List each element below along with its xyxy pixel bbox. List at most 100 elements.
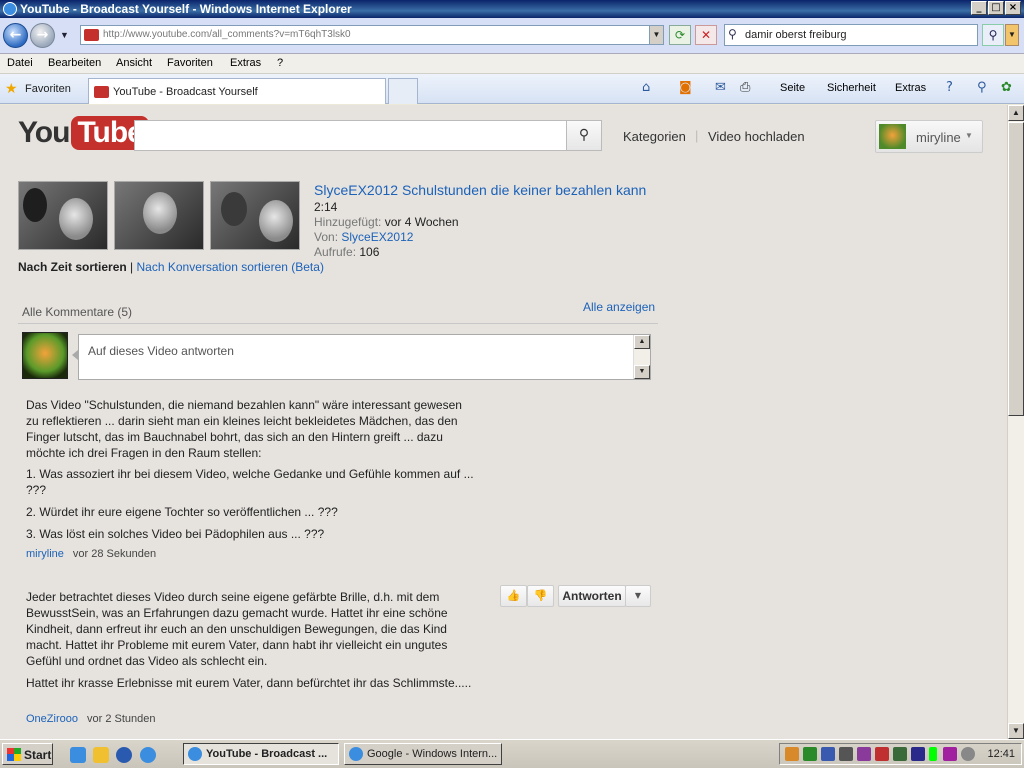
video-added: Hinzugefügt: vor 4 Wochen: [314, 215, 459, 229]
minimize-button[interactable]: _: [971, 1, 987, 15]
address-url[interactable]: http://www.youtube.com/all_comments?v=mT…: [103, 29, 351, 40]
chevron-down-icon[interactable]: ▼: [625, 585, 651, 607]
youtube-logo[interactable]: You Tube: [18, 116, 149, 150]
page-viewport: You Tube ⚲ Kategorien | Video hochladen m…: [0, 105, 1007, 739]
menu-item-extras[interactable]: Extras: [230, 57, 261, 69]
menu-item-bearbeiten[interactable]: Bearbeiten: [48, 57, 101, 69]
sort-by-conversation-link[interactable]: Nach Konversation sortieren (Beta): [137, 260, 324, 274]
address-toolbar: ← → ▼ http://www.youtube.com/all_comment…: [0, 18, 1024, 54]
scroll-down-icon[interactable]: ▼: [634, 365, 650, 379]
thumbs-up-icon[interactable]: 👍: [500, 585, 527, 607]
nav-separator: |: [695, 128, 699, 143]
tray-network-icon[interactable]: [821, 747, 835, 761]
comment-author-link[interactable]: OneZirooo: [26, 713, 78, 725]
tray-security-icon[interactable]: [803, 747, 817, 761]
back-button[interactable]: ←: [3, 23, 28, 48]
tray-volume-icon[interactable]: [961, 747, 975, 761]
comment-author-link[interactable]: miryline: [26, 548, 64, 560]
print-icon[interactable]: ⎙: [740, 80, 750, 95]
menu-item-favoriten[interactable]: Favoriten: [167, 57, 213, 69]
textarea-scrollbar[interactable]: ▲ ▼: [633, 335, 650, 379]
divider: [18, 323, 658, 324]
youtube-favicon-icon: [84, 29, 99, 41]
tray-media-icon[interactable]: [943, 747, 957, 761]
video-title-link[interactable]: SlyceEX2012 Schulstunden die keiner beza…: [314, 182, 646, 198]
recent-pages-dropdown-icon[interactable]: ▼: [60, 30, 69, 40]
reply-placeholder[interactable]: Auf dieses Video antworten: [88, 344, 234, 358]
favorites-button[interactable]: Favoriten: [25, 83, 71, 95]
sort-by-time: Nach Zeit sortieren: [18, 260, 127, 274]
youtube-search-input[interactable]: [134, 120, 567, 151]
tray-device-icon[interactable]: [839, 747, 853, 761]
user-menu-button[interactable]: miryline ▼: [875, 120, 983, 153]
scroll-down-icon[interactable]: ▼: [1008, 723, 1024, 739]
menu-item-ansicht[interactable]: Ansicht: [116, 57, 152, 69]
tray-status-icon[interactable]: [929, 747, 937, 761]
video-thumbnail-3[interactable]: [210, 181, 300, 250]
taskbar-item-youtube[interactable]: YouTube - Broadcast ...: [183, 743, 339, 765]
menu-item-datei[interactable]: Datei: [7, 57, 33, 69]
new-tab-button[interactable]: [388, 78, 418, 104]
taskbar: Start YouTube - Broadcast ... Google - W…: [0, 739, 1024, 768]
favorites-star-icon[interactable]: ★: [5, 81, 18, 97]
maximize-button[interactable]: □: [988, 1, 1004, 15]
address-dropdown-icon[interactable]: ▼: [649, 26, 663, 44]
tray-alert-icon[interactable]: [875, 747, 889, 761]
tray-display-icon[interactable]: [911, 747, 925, 761]
youtube-search-button[interactable]: ⚲: [566, 120, 602, 151]
comment-time: vor 2 Stunden: [86, 713, 156, 725]
search-options-dropdown-icon[interactable]: ▼: [1005, 24, 1019, 46]
safety-menu[interactable]: Sicherheit: [827, 82, 876, 94]
quicklaunch-media-icon[interactable]: [116, 747, 132, 763]
scroll-up-icon[interactable]: ▲: [634, 335, 650, 349]
page-menu[interactable]: Seite: [780, 82, 805, 94]
video-thumbnail-2[interactable]: [114, 181, 204, 250]
page-scrollbar[interactable]: ▲ ▼: [1007, 105, 1024, 739]
clock: 12:41: [987, 748, 1015, 760]
reply-textarea[interactable]: Auf dieses Video antworten ▲ ▼: [78, 334, 651, 380]
comment-time: vor 28 Sekunden: [72, 548, 157, 560]
comment-paragraph: 2. Würdet ihr eure eigene Tochter so ver…: [26, 505, 338, 519]
scrollbar-thumb[interactable]: [1008, 122, 1024, 416]
taskbar-item-google[interactable]: Google - Windows Intern...: [344, 743, 502, 765]
nav-categories-link[interactable]: Kategorien: [623, 129, 686, 144]
stop-button[interactable]: ✕: [695, 25, 717, 45]
video-uploader: Von: SlyceEX2012: [314, 230, 414, 244]
help-icon[interactable]: ?: [946, 80, 953, 95]
video-thumbnail-1[interactable]: [18, 181, 108, 250]
uploader-link[interactable]: SlyceEX2012: [341, 230, 413, 244]
search-go-button[interactable]: ⚲: [982, 24, 1004, 46]
tray-java-icon[interactable]: [785, 747, 799, 761]
addon-icon[interactable]: ✿: [1001, 80, 1012, 95]
tray-app-icon[interactable]: [857, 747, 871, 761]
research-icon[interactable]: ⚲: [977, 80, 987, 95]
home-icon[interactable]: ⌂: [642, 80, 650, 95]
refresh-button[interactable]: ⟳: [669, 25, 691, 45]
quicklaunch-ie-icon[interactable]: [70, 747, 86, 763]
menu-bar: Datei Bearbeiten Ansicht Favoriten Extra…: [0, 54, 1024, 74]
menu-item-help[interactable]: ?: [277, 57, 283, 69]
window-title-bar: YouTube - Broadcast Yourself - Windows I…: [0, 0, 1024, 18]
reply-button[interactable]: Antworten: [558, 585, 626, 607]
browser-search-query[interactable]: damir oberst freiburg: [745, 29, 847, 41]
quicklaunch-mail-icon[interactable]: [93, 747, 109, 763]
sort-options: Nach Zeit sortieren | Nach Konversation …: [18, 260, 324, 274]
close-button[interactable]: ×: [1005, 1, 1021, 15]
browser-search-input[interactable]: ⚲ damir oberst freiburg: [724, 24, 978, 46]
tray-monitor-icon[interactable]: [893, 747, 907, 761]
tools-menu[interactable]: Extras: [895, 82, 926, 94]
scroll-up-icon[interactable]: ▲: [1008, 105, 1024, 121]
system-tray: 12:41: [779, 743, 1022, 765]
nav-upload-link[interactable]: Video hochladen: [708, 129, 805, 144]
show-all-link[interactable]: Alle anzeigen: [583, 300, 655, 314]
quicklaunch-browser-icon[interactable]: [140, 747, 156, 763]
youtube-favicon-icon: [94, 86, 109, 98]
thumbs-down-icon[interactable]: 👎: [527, 585, 554, 607]
forward-button[interactable]: →: [30, 23, 55, 48]
avatar: [879, 124, 906, 149]
tab-youtube[interactable]: YouTube - Broadcast Yourself: [88, 78, 386, 104]
address-bar[interactable]: http://www.youtube.com/all_comments?v=mT…: [80, 25, 664, 45]
mail-icon[interactable]: ✉: [715, 80, 726, 95]
start-button[interactable]: Start: [2, 743, 53, 765]
feeds-icon[interactable]: ◙: [679, 80, 692, 95]
